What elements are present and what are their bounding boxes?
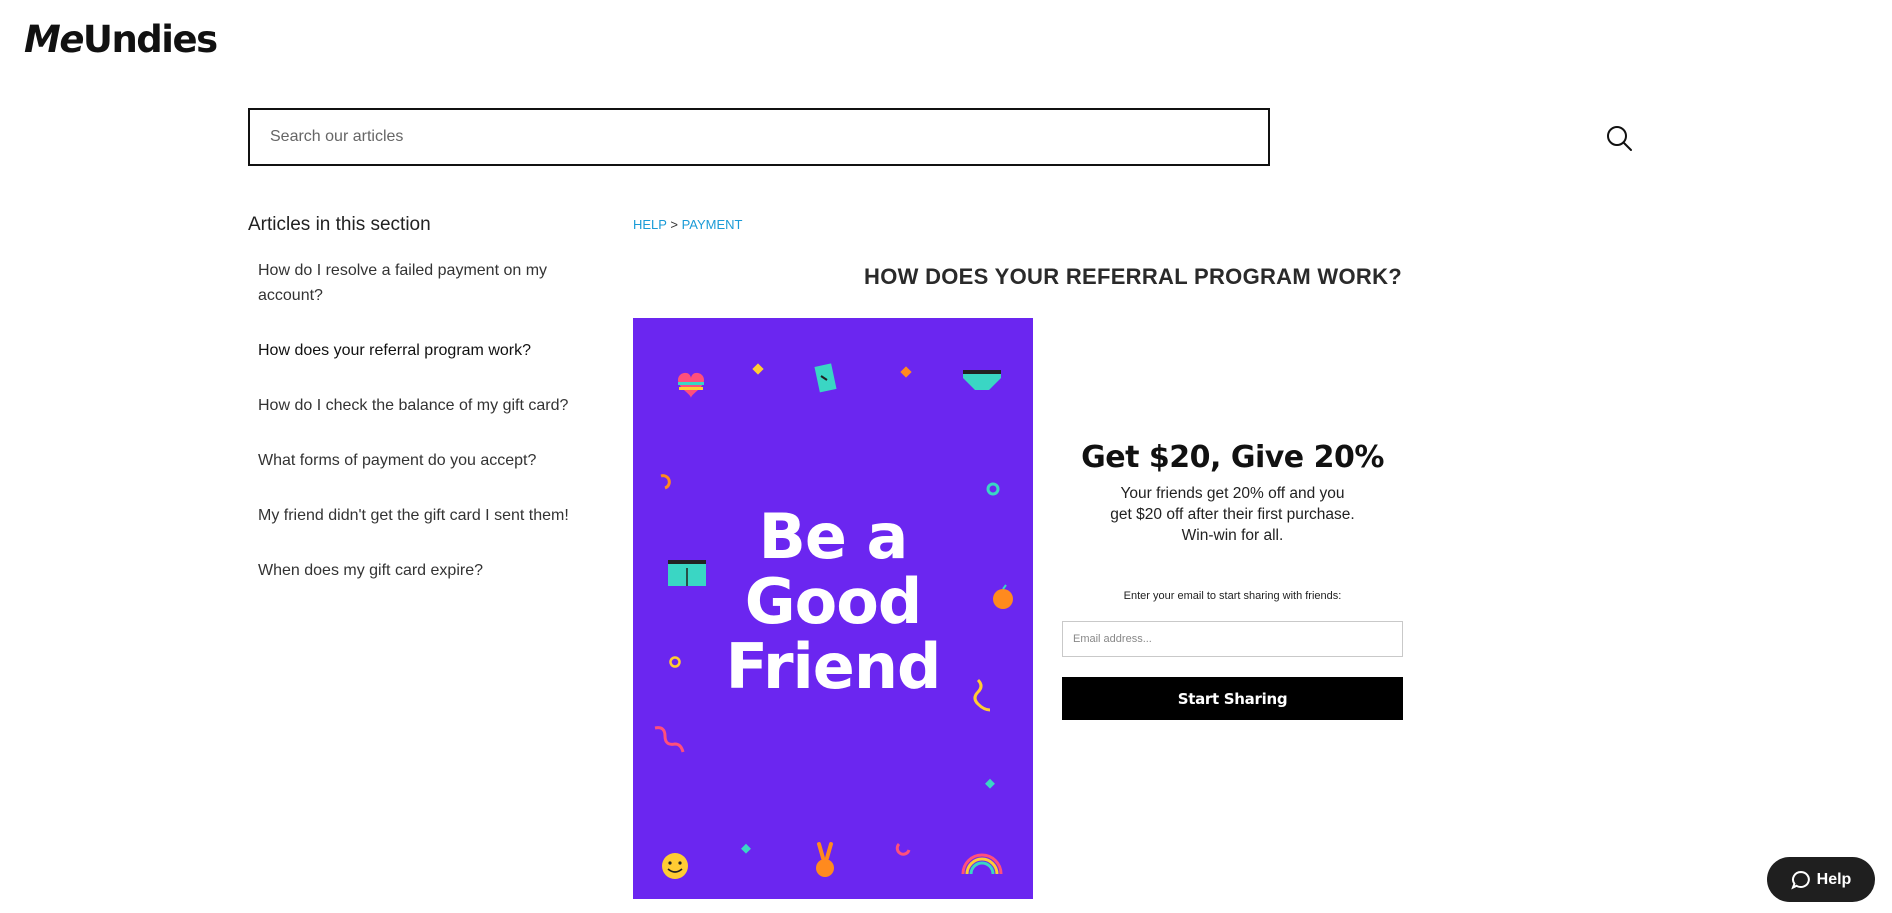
offer-description: Your friends get 20% off and you get $20… — [1110, 485, 1355, 544]
chat-bubble-icon — [1790, 870, 1810, 889]
breadcrumb-separator: > — [670, 217, 678, 232]
squiggle-shape — [654, 726, 685, 753]
article-title: HOW DOES YOUR REFERRAL PROGRAM WORK? — [864, 264, 1402, 289]
referral-offer-panel: Get $20, Give 20% Your friends get 20% o… — [1062, 440, 1403, 720]
promo-headline-line3: Friend — [725, 630, 942, 703]
diamond-shape — [741, 843, 751, 854]
email-prompt: Enter your email to start sharing with f… — [1123, 590, 1342, 602]
sidebar-article-gift-card-balance[interactable]: How do I check the balance of my gift ca… — [258, 393, 588, 418]
search-field-container — [248, 108, 1270, 166]
diamond-shape — [985, 778, 995, 789]
start-sharing-button[interactable]: Start Sharing — [1062, 677, 1403, 720]
meundies-logo[interactable]: MeUndies — [24, 18, 218, 61]
sidebar-title: Articles in this section — [248, 214, 431, 235]
help-widget-label: Help — [1816, 870, 1852, 888]
diamond-shape — [752, 363, 764, 375]
referral-promo-image: Be a Good Friend — [633, 318, 1033, 899]
search-input[interactable] — [250, 110, 1268, 164]
sidebar-article-list: How do I resolve a failed payment on my … — [258, 258, 588, 613]
promo-headline: Be a Good Friend — [633, 504, 1033, 699]
breadcrumb-payment-link[interactable]: PAYMENT — [682, 217, 743, 232]
promo-headline-line1: Be a — [758, 500, 909, 573]
book-icon — [814, 363, 837, 393]
breadcrumb-help-link[interactable]: HELP — [633, 217, 667, 232]
promo-headline-line2: Good — [744, 565, 922, 638]
rainbow-icon — [961, 853, 1003, 875]
sidebar-article-gift-card-expire[interactable]: When does my gift card expire? — [258, 558, 588, 583]
ring-shape — [986, 482, 1000, 496]
sidebar-article-gift-card-not-received[interactable]: My friend didn't get the gift card I sen… — [258, 503, 588, 528]
offer-heading: Get $20, Give 20% — [1081, 440, 1384, 475]
diamond-shape — [900, 366, 912, 378]
briefs-icon — [963, 370, 1001, 390]
search-button[interactable] — [1605, 124, 1635, 154]
arc-shape — [895, 842, 911, 856]
email-address-input[interactable] — [1062, 621, 1403, 657]
smiley-icon — [662, 853, 688, 879]
breadcrumb: HELP > PAYMENT — [633, 217, 743, 232]
sidebar-article-referral-program[interactable]: How does your referral program work? — [258, 338, 588, 363]
help-widget-button[interactable]: Help — [1767, 857, 1875, 902]
arc-shape — [660, 474, 671, 490]
heart-icon — [678, 372, 704, 398]
logo-me-text: Me — [24, 18, 84, 61]
peace-hand-icon — [816, 842, 834, 877]
sidebar-article-payment-forms[interactable]: What forms of payment do you accept? — [258, 448, 588, 473]
search-icon — [1607, 126, 1632, 151]
logo-undies-text: Undies — [82, 18, 218, 61]
sidebar-article-failed-payment[interactable]: How do I resolve a failed payment on my … — [258, 258, 588, 308]
